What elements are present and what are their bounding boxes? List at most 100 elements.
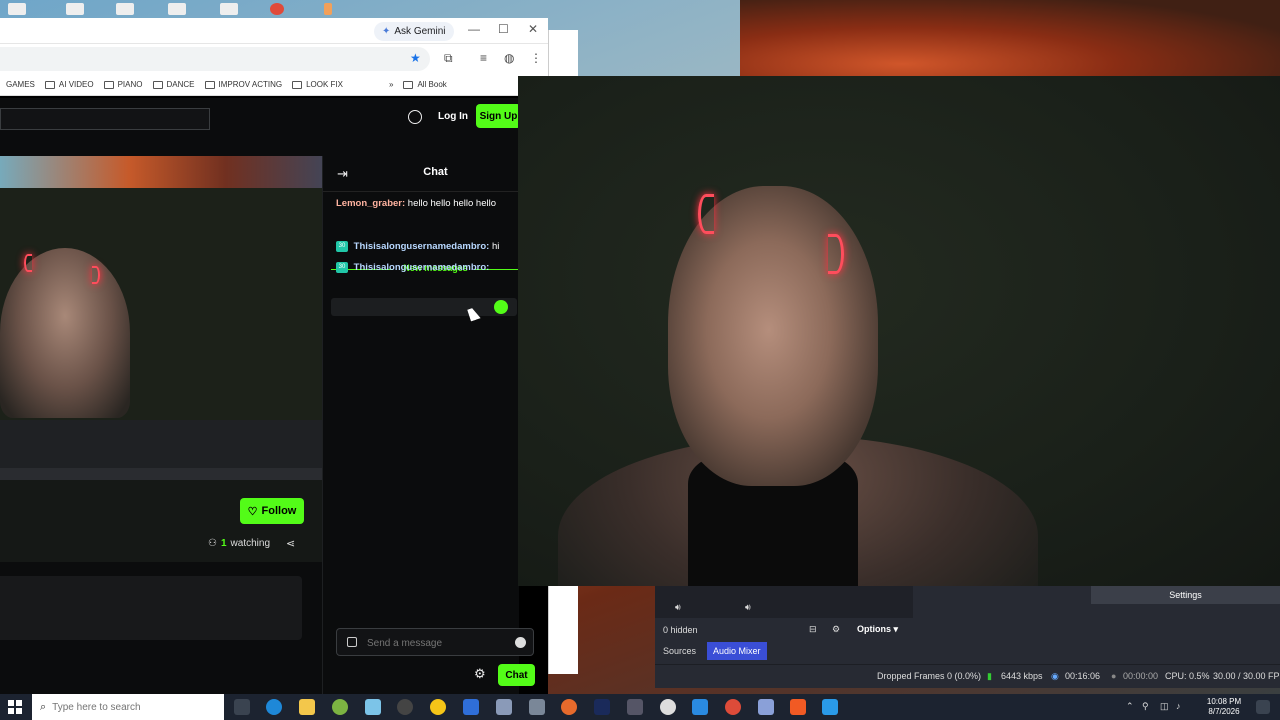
doc-icon[interactable]: [220, 3, 238, 15]
obs-settings-button[interactable]: Settings: [1091, 586, 1280, 604]
chat-settings-gear-icon[interactable]: ⚙: [474, 666, 486, 682]
obs-options-dropdown[interactable]: Options ▾: [857, 624, 898, 635]
globe-icon[interactable]: [408, 110, 422, 124]
filter-icon[interactable]: ⚙: [832, 624, 840, 635]
folder-icon: [44, 80, 55, 89]
bookmark-piano[interactable]: PIANO: [103, 80, 143, 89]
profile-icon[interactable]: ◍: [504, 51, 514, 65]
bookmark-look-fix[interactable]: LOOK FIX: [292, 80, 343, 89]
chat-header: ⇥ Chat: [323, 156, 520, 192]
obs-hidden-count: 0 hidden: [663, 625, 698, 635]
url-field[interactable]: [0, 47, 430, 71]
heart-icon: ♡: [247, 505, 258, 518]
record-icon: ●: [1111, 671, 1117, 681]
chat-send-button[interactable]: Chat: [498, 664, 535, 686]
obs-icon[interactable]: [397, 699, 413, 715]
photoshop-icon[interactable]: [594, 699, 610, 715]
close-icon[interactable]: ✕: [528, 22, 538, 36]
lightbulb-icon[interactable]: [430, 699, 446, 715]
bookmark-games[interactable]: GAMES: [6, 80, 35, 89]
devil-horn-left: [698, 194, 714, 234]
volume-icon[interactable]: 🔊︎: [675, 602, 681, 613]
login-button[interactable]: Log In: [438, 111, 468, 122]
horn-left: [24, 254, 32, 272]
app-icon[interactable]: [365, 699, 381, 715]
task-view-icon[interactable]: [234, 699, 250, 715]
maximize-icon[interactable]: ☐: [498, 22, 509, 36]
layout-icon[interactable]: ⊟: [809, 624, 817, 635]
chat-message: Lemon_graber: hello hello hello hello: [336, 198, 497, 209]
bookmark-dance[interactable]: DANCE: [152, 80, 195, 89]
tray-network-icon[interactable]: ◫: [1160, 701, 1169, 712]
chat-message: 30 Thisisalongusernamedambro:: [336, 262, 489, 273]
send-message-box[interactable]: [336, 628, 534, 656]
obs-tab-sources[interactable]: Sources: [657, 642, 702, 660]
watching-label: watching: [230, 538, 270, 549]
brave-icon[interactable]: [790, 699, 806, 715]
streamer-face-large: [668, 186, 878, 486]
app-icon[interactable]: [529, 699, 545, 715]
doc-icon[interactable]: [116, 3, 134, 15]
share-icon[interactable]: ⋖: [286, 537, 295, 550]
star-icon[interactable]: ★: [410, 51, 421, 65]
tray-chevron-icon[interactable]: ⌃: [1126, 701, 1134, 712]
app-icon[interactable]: [324, 3, 332, 15]
app-icon[interactable]: [758, 699, 774, 715]
tray-volume-icon[interactable]: ♪: [1176, 701, 1181, 711]
stream-icon: ◉: [1051, 671, 1059, 681]
chat-rules-icon[interactable]: [347, 637, 357, 647]
fps-readout: 30.00 / 30.00 FPS: [1213, 671, 1280, 681]
media-icon[interactable]: ≡: [480, 51, 487, 65]
signup-button[interactable]: Sign Up: [476, 104, 521, 128]
volume-icon[interactable]: 🔊︎: [745, 602, 751, 613]
app-icon[interactable]: [692, 699, 708, 715]
obs-tab-audio-mixer[interactable]: Audio Mixer: [707, 642, 767, 660]
taskbar-search[interactable]: ⌕: [32, 694, 224, 720]
folder-icon: [292, 80, 303, 89]
taskbar-clock[interactable]: 10:08 PM 8/7/2026: [1200, 697, 1248, 717]
bookmark-improv-acting[interactable]: IMPROV ACTING: [204, 80, 282, 89]
edge-icon[interactable]: [266, 699, 282, 715]
chrome-icon[interactable]: [270, 3, 284, 15]
minimize-icon[interactable]: —: [468, 22, 480, 36]
devil-horn-right: [828, 234, 844, 274]
docs-icon[interactable]: [463, 699, 479, 715]
notifications-icon[interactable]: [1256, 700, 1270, 714]
tray-icon[interactable]: ⚲: [1142, 701, 1149, 712]
app-icon[interactable]: [627, 699, 643, 715]
record-time: 00:00:00: [1123, 671, 1159, 681]
doc-icon[interactable]: [8, 3, 26, 15]
firefox-icon[interactable]: [561, 699, 577, 715]
app-icon[interactable]: [332, 699, 348, 715]
doc-icon[interactable]: [66, 3, 84, 15]
doc-icon[interactable]: [168, 3, 186, 15]
send-message-input[interactable]: [367, 635, 507, 651]
file-explorer-icon[interactable]: [299, 699, 315, 715]
bookmark-ai-video[interactable]: AI VIDEO: [44, 80, 94, 89]
follow-button[interactable]: ♡ Follow: [240, 498, 304, 524]
about-panel: [0, 576, 302, 640]
menu-dots-icon[interactable]: ⋮: [530, 51, 542, 65]
stream-site: Log In Sign Up ♡ Follow ⚇ 1 watching ⋖ ⇥…: [0, 98, 521, 694]
chat-message-hovered[interactable]: [331, 298, 517, 316]
browser-window: ✦ Ask Gemini — ☐ ✕ ★ ⧉ ≡ ◍ ⋮ GAMES AI VI…: [0, 18, 548, 694]
folder-icon: [152, 80, 163, 89]
emote-icon: [494, 300, 508, 314]
ask-gemini-button[interactable]: ✦ Ask Gemini: [374, 22, 454, 41]
bitrate: 6443 kbps: [1001, 671, 1043, 681]
bookmark-all[interactable]: All Book: [403, 80, 447, 89]
emoji-icon[interactable]: [515, 637, 526, 648]
chrome-icon[interactable]: [725, 699, 741, 715]
extensions-icon[interactable]: ⧉: [444, 51, 453, 66]
app-icon[interactable]: [822, 699, 838, 715]
bookmarks-overflow-icon[interactable]: »: [389, 80, 393, 89]
site-search-input[interactable]: [0, 108, 210, 130]
viewer-count: ⚇ 1 watching: [208, 538, 270, 549]
app-icon[interactable]: [496, 699, 512, 715]
taskbar-search-input[interactable]: [52, 701, 213, 713]
webcam-feed: [518, 76, 1280, 586]
app-icon[interactable]: [660, 699, 676, 715]
player-desktop-preview: [0, 156, 322, 188]
ask-gemini-label: Ask Gemini: [394, 26, 446, 37]
windows-start-icon[interactable]: [8, 700, 22, 714]
